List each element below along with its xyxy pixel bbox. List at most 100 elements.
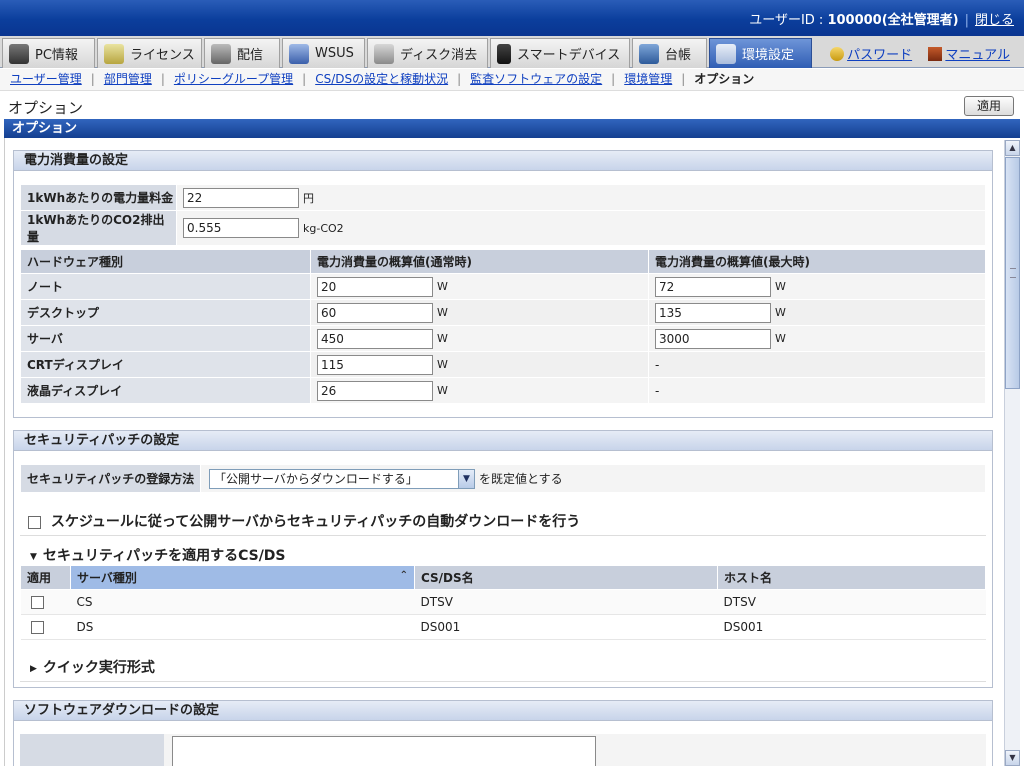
tab-wsus[interactable]: WSUS <box>282 38 365 68</box>
tools-icon <box>716 43 736 64</box>
patch-settings-panel: セキュリティパッチの設定 セキュリティパッチの登録方法 「公開サーバからダウンロ… <box>13 430 993 688</box>
content-scrollbar[interactable]: ▲ ▼ <box>1004 140 1020 766</box>
desktop-normal-input[interactable]: 60 <box>317 302 433 323</box>
hw-row-server: サーバ 450 W 3000 W <box>20 325 986 352</box>
scroll-thumb[interactable] <box>1005 157 1020 389</box>
user-info: ユーザーID : 100000(全社管理者) | 閉じる <box>749 9 1014 28</box>
price-unit: 円 <box>303 191 314 205</box>
tab-license[interactable]: ライセンス <box>97 38 202 68</box>
quick-exec-toggle[interactable]: ▶ クイック実行形式 <box>20 653 986 682</box>
wsus-icon <box>289 43 309 64</box>
csds-table: 適用 サーバ種別 ⌃ CS/DS名 ホスト名 CS DTSV DTSV DS DS… <box>20 565 986 640</box>
close-link[interactable]: 閉じる <box>975 13 1014 28</box>
col-server-type[interactable]: サーバ種別 ⌃ <box>70 565 415 590</box>
auto-download-checkbox[interactable] <box>28 515 41 529</box>
tab-label: スマートデバイス <box>517 48 621 63</box>
co2-unit: kg-CO2 <box>303 221 344 235</box>
tab-ledger[interactable]: 台帳 <box>632 38 707 68</box>
tab-smart-device[interactable]: スマートデバイス <box>490 38 630 68</box>
power-settings-panel: 電力消費量の設定 1kWhあたりの電力量料金 22 円 1kWhあたりのCO2排出… <box>13 150 993 418</box>
user-id-label: ユーザーID : <box>749 13 828 28</box>
manual-icon <box>928 47 943 61</box>
table-row: DS DS001 DS001 <box>20 614 986 640</box>
server-normal-input[interactable]: 450 <box>317 328 433 349</box>
triangle-right-icon: ▶ <box>30 664 37 674</box>
power-settings-heading: 電力消費量の設定 <box>14 151 992 171</box>
scroll-down-icon[interactable]: ▼ <box>1005 750 1020 766</box>
patch-method-select[interactable]: 「公開サーバからダウンロードする」 ▼ <box>209 468 475 489</box>
triangle-down-icon: ▼ <box>30 552 37 562</box>
table-row: CS DTSV DTSV <box>20 589 986 615</box>
software-download-textarea[interactable] <box>172 736 596 766</box>
col-csds-name: CS/DS名 <box>414 565 718 590</box>
quick-exec-title: クイック実行形式 <box>42 660 155 676</box>
note-max-input[interactable]: 72 <box>655 276 771 297</box>
software-download-heading: ソフトウェアダウンロードの設定 <box>14 701 992 721</box>
hw-row-note: ノート 20 W 72 W <box>20 273 986 300</box>
page-title: オプション <box>8 99 84 117</box>
note-normal-input[interactable]: 20 <box>317 276 433 297</box>
password-link[interactable]: パスワード <box>847 48 912 63</box>
lcd-max-value: - <box>648 377 986 404</box>
header-separator: | <box>964 13 969 28</box>
co2-input[interactable]: 0.555 <box>183 218 299 238</box>
subnav-options-current: オプション <box>694 72 755 86</box>
tab-label: 環境設定 <box>742 48 795 63</box>
tab-label: 台帳 <box>665 48 692 63</box>
subnav-user-management[interactable]: ユーザー管理 <box>10 72 82 86</box>
csds-section-title: セキュリティパッチを適用するCS/DS <box>42 548 286 564</box>
license-icon <box>104 43 124 64</box>
tab-label: ライセンス <box>130 48 195 63</box>
crt-normal-input[interactable]: 115 <box>317 354 433 375</box>
tab-label: 配信 <box>237 48 264 63</box>
price-label: 1kWhあたりの電力量料金 <box>20 184 177 211</box>
col-apply: 適用 <box>20 565 71 590</box>
server-max-input[interactable]: 3000 <box>655 328 771 349</box>
smart-device-icon <box>497 43 511 64</box>
software-download-panel: ソフトウェアダウンロードの設定 <box>13 700 993 766</box>
manual-link[interactable]: マニュアル <box>945 48 1010 63</box>
price-input[interactable]: 22 <box>183 187 299 208</box>
patch-settings-heading: セキュリティパッチの設定 <box>14 431 992 451</box>
subnav-csds-settings[interactable]: CS/DSの設定と稼動状況 <box>315 72 448 86</box>
tab-label: WSUS <box>315 46 354 61</box>
auto-download-row[interactable]: スケジュールに従って公開サーバからセキュリティパッチの自動ダウンロードを行う <box>20 507 986 536</box>
distribution-icon <box>211 43 231 64</box>
tab-distribution[interactable]: 配信 <box>204 38 280 68</box>
hw-col-normal: 電力消費量の概算値(通常時) <box>310 249 649 274</box>
crt-max-value: - <box>648 351 986 378</box>
scroll-up-icon[interactable]: ▲ <box>1005 140 1020 156</box>
hw-row-lcd: 液晶ディスプレイ 26 W - <box>20 377 986 404</box>
sort-ascending-icon: ⌃ <box>399 570 408 581</box>
pc-icon <box>9 43 29 64</box>
sub-navigation: ユーザー管理 | 部門管理 | ポリシーグループ管理 | CS/DSの設定と稼動状況 | 監査ソ… <box>0 69 1024 91</box>
main-tab-bar: PC情報 ライセンス 配信 WSUS ディスク消去 スマートデバイス 台帳 環境… <box>0 36 1024 68</box>
desktop-max-input[interactable]: 135 <box>655 302 771 323</box>
top-header-bar: ユーザーID : 100000(全社管理者) | 閉じる <box>0 0 1024 36</box>
hw-row-desktop: デスクトップ 60 W 135 W <box>20 299 986 326</box>
subnav-environment[interactable]: 環境管理 <box>624 72 672 86</box>
lcd-normal-input[interactable]: 26 <box>317 380 433 401</box>
apply-checkbox-cs[interactable] <box>30 596 44 609</box>
apply-button[interactable]: 適用 <box>964 96 1014 116</box>
user-id-value: 100000(全社管理者) <box>827 13 959 28</box>
header-links: パスワード マニュアル <box>830 44 1010 63</box>
subnav-audit-software[interactable]: 監査ソフトウェアの設定 <box>470 72 602 86</box>
tab-label: PC情報 <box>35 48 78 63</box>
apply-checkbox-ds[interactable] <box>30 621 44 634</box>
tab-pc-info[interactable]: PC情報 <box>2 38 95 68</box>
tab-disk-erase[interactable]: ディスク消去 <box>367 38 488 68</box>
tab-label: ディスク消去 <box>400 48 478 63</box>
co2-label: 1kWhあたりのCO2排出量 <box>20 210 177 246</box>
content-area: 電力消費量の設定 1kWhあたりの電力量料金 22 円 1kWhあたりのCO2排出… <box>4 138 1004 766</box>
subnav-policy-group[interactable]: ポリシーグループ管理 <box>174 72 293 86</box>
patch-method-suffix: を既定値とする <box>479 472 563 486</box>
col-host-name: ホスト名 <box>717 565 986 590</box>
hw-col-type: ハードウェア種別 <box>20 249 311 274</box>
ledger-icon <box>639 43 659 64</box>
subnav-department-management[interactable]: 部門管理 <box>104 72 152 86</box>
hw-row-crt: CRTディスプレイ 115 W - <box>20 351 986 378</box>
auto-download-label: スケジュールに従って公開サーバからセキュリティパッチの自動ダウンロードを行う <box>50 514 581 530</box>
options-section-bar: オプション <box>4 119 1020 138</box>
tab-settings[interactable]: 環境設定 <box>709 38 812 68</box>
